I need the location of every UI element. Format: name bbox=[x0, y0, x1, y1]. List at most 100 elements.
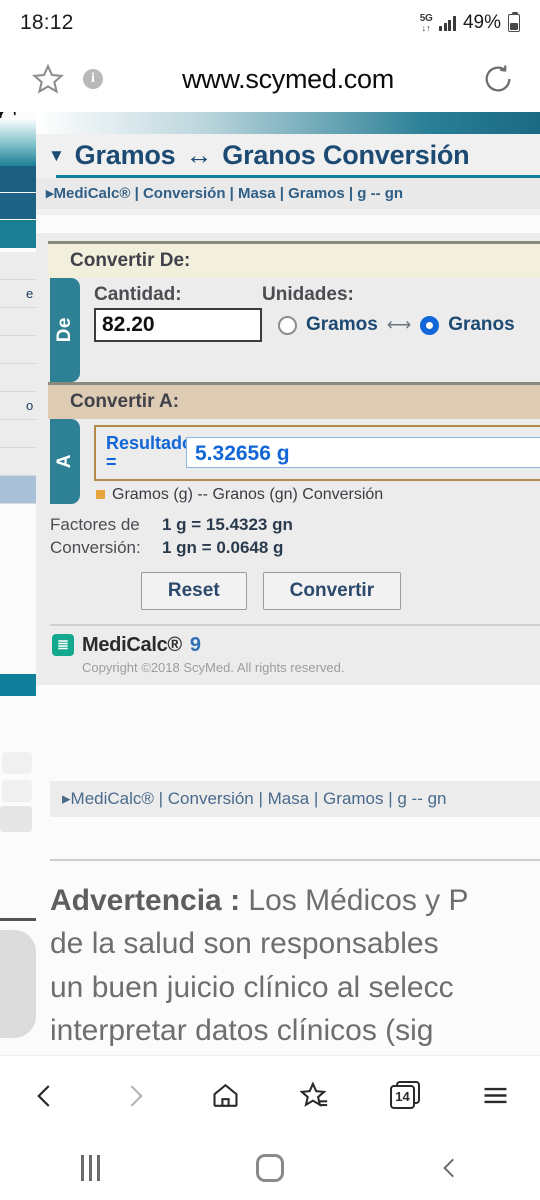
convert-button[interactable]: Convertir bbox=[262, 571, 402, 610]
convert-from-labels: Cantidad: Unidades: bbox=[94, 278, 540, 308]
conversion-factors: Factores de Conversión: 1 g = 15.4323 gn… bbox=[36, 504, 540, 560]
sidebar-menu-list[interactable]: e o bbox=[0, 252, 36, 504]
factors-label-line2: Conversión: bbox=[50, 537, 141, 557]
reset-button[interactable]: Reset bbox=[140, 571, 247, 610]
conversion-sub-link-label[interactable]: Gramos (g) -- Granos (gn) Conversión bbox=[112, 486, 383, 504]
network-5g-icon: 5G ↓↑ bbox=[420, 13, 433, 33]
back-arrow-icon[interactable] bbox=[14, 1065, 76, 1127]
browser-url-bar: i www.scymed.com bbox=[0, 46, 540, 112]
sidebar-gradient-header bbox=[0, 118, 36, 166]
breadcrumb-bottom[interactable]: ▸MediCalc® | Conversión | Masa | Gramos … bbox=[50, 780, 540, 817]
convert-from-section: De Cantidad: Unidades: Gramos ⟷ bbox=[36, 278, 540, 382]
factor-g-to-gn: 1 g = 15.4323 gn bbox=[162, 514, 293, 534]
sidebar-pill-shape bbox=[0, 930, 36, 1038]
hamburger-menu-icon[interactable] bbox=[464, 1065, 526, 1127]
page-content: ▼ Gramos ↔ Granos Conversión ▸MediCalc® … bbox=[36, 112, 540, 1053]
list-item-selected[interactable] bbox=[0, 476, 36, 504]
page-top-gradient-bar bbox=[36, 112, 540, 134]
home-circle-icon[interactable] bbox=[230, 1144, 310, 1192]
sidebar-block-3[interactable] bbox=[0, 220, 36, 248]
status-indicators: 5G ↓↑ 49% bbox=[420, 11, 520, 34]
title-swap-icon: ↔ bbox=[185, 140, 213, 170]
amount-label: Cantidad: bbox=[94, 284, 182, 305]
bookmarks-star-icon[interactable] bbox=[284, 1065, 346, 1127]
list-item[interactable] bbox=[0, 448, 36, 476]
breadcrumb[interactable]: ▸MediCalc® | Conversión | Masa | Gramos … bbox=[36, 178, 540, 209]
status-bar: 18:12 5G ↓↑ 49% bbox=[0, 0, 540, 46]
sidebar-block-2[interactable] bbox=[0, 193, 36, 219]
amount-input[interactable] bbox=[94, 308, 262, 342]
recents-icon[interactable] bbox=[50, 1144, 130, 1192]
network-arrows: ↓↑ bbox=[421, 22, 431, 33]
warning-line-1: Advertencia : Los Médicos y P bbox=[50, 879, 540, 923]
sidebar-block-1[interactable] bbox=[0, 166, 36, 192]
tabs-button[interactable]: 14 bbox=[374, 1065, 436, 1127]
sidebar-thumb-2 bbox=[2, 780, 32, 802]
radio-gramos-label[interactable]: Gramos bbox=[306, 314, 378, 336]
convert-from-inputs: Gramos ⟷ Granos bbox=[94, 308, 540, 348]
warning-line-1-rest: Los Médicos y P bbox=[240, 883, 469, 917]
list-item[interactable] bbox=[0, 308, 36, 336]
list-item[interactable]: o bbox=[0, 392, 36, 420]
radio-granos-label[interactable]: Granos bbox=[448, 314, 515, 336]
chevron-down-icon[interactable]: ▼ bbox=[48, 146, 65, 166]
factors-label-line1: Factores de bbox=[50, 514, 140, 534]
radio-granos[interactable] bbox=[420, 315, 440, 335]
sidebar-thumb-3 bbox=[0, 806, 32, 832]
title-from-unit: Gramos bbox=[74, 140, 176, 170]
convert-from-tab-label: De bbox=[54, 317, 75, 343]
tab-count-value: 14 bbox=[395, 1089, 410, 1104]
list-item[interactable]: e bbox=[0, 280, 36, 308]
sidebar-thumb-1 bbox=[2, 752, 32, 774]
warning-line-2: de la salud son responsables bbox=[50, 927, 439, 961]
radio-gramos[interactable] bbox=[278, 315, 297, 335]
convert-from-body: Cantidad: Unidades: Gramos ⟷ Granos bbox=[80, 278, 540, 382]
calculator-header-card: ▼ Gramos ↔ Granos Conversión ▸MediCalc® … bbox=[36, 134, 540, 215]
convert-to-section: A Resultado = 5.32656 g Gramos (g) -- Gr… bbox=[36, 419, 540, 504]
convert-to-body: Resultado = 5.32656 g Gramos (g) -- Gran… bbox=[80, 419, 540, 504]
medicalc-footer: ≣ MediCalc® 9 bbox=[36, 626, 540, 657]
browser-bottom-bar: 14 bbox=[0, 1055, 540, 1135]
page-title: ▼ Gramos ↔ Granos Conversión bbox=[48, 140, 540, 171]
factors-label: Factores de Conversión: bbox=[50, 514, 162, 560]
units-swap-icon: ⟷ bbox=[386, 315, 412, 334]
conversion-sub-link[interactable]: Gramos (g) -- Granos (gn) Conversión bbox=[94, 481, 540, 504]
sidebar-divider bbox=[0, 918, 36, 921]
site-sidebar-strip[interactable]: C e o bbox=[0, 112, 36, 1055]
url-text[interactable]: www.scymed.com bbox=[106, 64, 470, 95]
warning-line-3: un buen juicio clínico al selecc bbox=[50, 970, 454, 1004]
star-icon[interactable] bbox=[28, 62, 68, 96]
list-item[interactable] bbox=[0, 420, 36, 448]
info-icon[interactable]: i bbox=[80, 69, 106, 89]
convert-from-spacer bbox=[94, 348, 540, 382]
list-item[interactable] bbox=[0, 252, 36, 280]
factor-gn-to-g: 1 gn = 0.0648 g bbox=[162, 537, 284, 557]
convert-to-band: Convertir A: bbox=[48, 382, 540, 419]
home-icon[interactable] bbox=[194, 1065, 256, 1127]
calculator-title-wrap: ▼ Gramos ↔ Granos Conversión bbox=[36, 134, 540, 178]
convert-from-band: Convertir De: bbox=[48, 241, 540, 278]
units-radio-group[interactable]: Gramos ⟷ Granos bbox=[278, 314, 515, 336]
warning-heading: Advertencia : bbox=[50, 883, 241, 917]
reload-icon[interactable] bbox=[470, 62, 526, 96]
sidebar-teal-button[interactable] bbox=[0, 674, 36, 696]
action-buttons: Reset Convertir bbox=[36, 560, 506, 610]
convert-to-tab: A bbox=[50, 419, 80, 504]
result-value[interactable]: 5.32656 g bbox=[186, 437, 540, 469]
result-label: Resultado = bbox=[106, 433, 194, 472]
convert-from-tab: De bbox=[50, 278, 80, 382]
medicalc-product-name: MediCalc® bbox=[82, 633, 182, 656]
convert-to-tab-label: A bbox=[54, 454, 75, 469]
copyright-text: Copyright ©2018 ScyMed. All rights reser… bbox=[82, 659, 345, 675]
list-item[interactable] bbox=[0, 364, 36, 392]
orange-bullet-icon bbox=[96, 490, 105, 500]
list-item[interactable] bbox=[0, 336, 36, 364]
battery-icon bbox=[508, 11, 520, 32]
warning-line-4: interpretar datos clínicos (sig bbox=[50, 1014, 434, 1048]
back-chevron-icon[interactable] bbox=[410, 1144, 490, 1192]
forward-arrow-icon[interactable] bbox=[104, 1065, 166, 1127]
web-page-viewport[interactable]: C e o bbox=[0, 112, 540, 1055]
medicalc-version: 9 bbox=[189, 633, 201, 656]
signal-bars-icon bbox=[439, 15, 456, 31]
battery-percent: 49% bbox=[462, 12, 501, 33]
